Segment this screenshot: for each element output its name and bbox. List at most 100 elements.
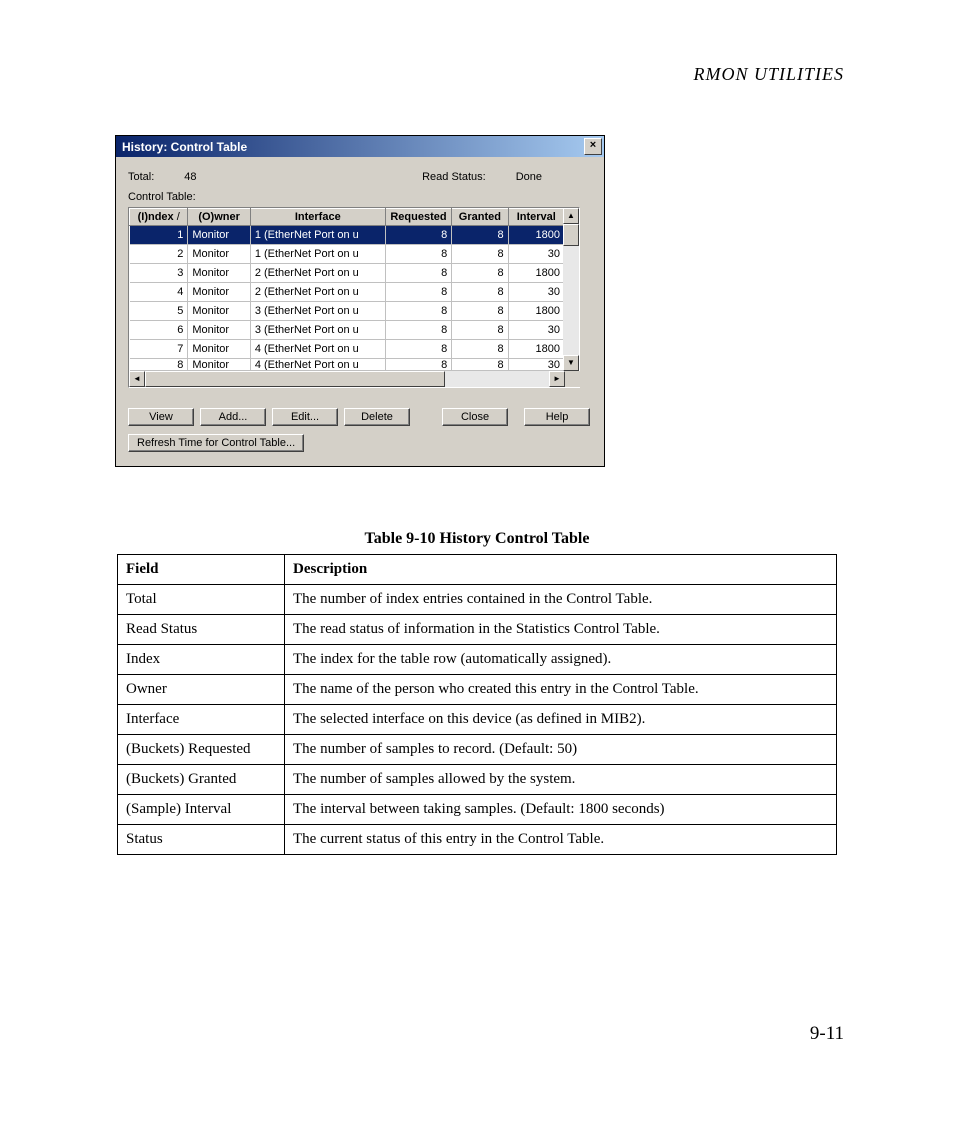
doc-field-cell: (Sample) Interval (118, 795, 285, 825)
doc-table-row: IndexThe index for the table row (automa… (118, 645, 837, 675)
table-cell: 4 (EtherNet Port on u (250, 359, 385, 371)
dialog-title: History: Control Table (122, 140, 584, 154)
table-cell: 7 (130, 340, 188, 359)
table-row[interactable]: 3Monitor2 (EtherNet Port on u881800 (130, 264, 564, 283)
table-row[interactable]: 4Monitor2 (EtherNet Port on u8830 (130, 283, 564, 302)
total-value: 48 (184, 171, 196, 183)
table-cell: 8 (452, 302, 508, 321)
add-button[interactable]: Add... (200, 408, 266, 426)
table-row[interactable]: 7Monitor4 (EtherNet Port on u881800 (130, 340, 564, 359)
dialog-titlebar[interactable]: History: Control Table × (116, 136, 604, 157)
doc-desc-cell: The interval between taking samples. (De… (285, 795, 837, 825)
doc-desc-cell: The selected interface on this device (a… (285, 705, 837, 735)
table-cell: 30 (508, 321, 563, 340)
scroll-down-icon[interactable]: ▼ (563, 355, 579, 371)
vscroll-track[interactable] (563, 224, 579, 355)
col-granted-header[interactable]: Granted (452, 209, 508, 226)
table-cell: Monitor (188, 283, 250, 302)
horizontal-scrollbar[interactable]: ◄ ► (129, 371, 581, 387)
table-caption: Table 9-10 History Control Table (0, 530, 954, 548)
table-row[interactable]: 5Monitor3 (EtherNet Port on u881800 (130, 302, 564, 321)
table-cell: 1 (EtherNet Port on u (250, 245, 385, 264)
table-cell: 8 (452, 264, 508, 283)
doc-col-field: Field (118, 555, 285, 585)
view-button[interactable]: View (128, 408, 194, 426)
edit-button[interactable]: Edit... (272, 408, 338, 426)
table-row[interactable]: 8Monitor4 (EtherNet Port on u8830 (130, 359, 564, 371)
table-row[interactable]: 2Monitor1 (EtherNet Port on u8830 (130, 245, 564, 264)
field-description-table: Field Description TotalThe number of ind… (117, 554, 837, 855)
table-cell: 8 (452, 359, 508, 371)
doc-table-row: InterfaceThe selected interface on this … (118, 705, 837, 735)
col-requested-header[interactable]: Requested (385, 209, 451, 226)
read-status-label: Read Status: (422, 171, 486, 183)
doc-table-row: StatusThe current status of this entry i… (118, 825, 837, 855)
col-index-header[interactable]: (I)ndex / (130, 209, 188, 226)
doc-field-cell: Total (118, 585, 285, 615)
doc-desc-cell: The index for the table row (automatical… (285, 645, 837, 675)
total-label: Total: (128, 171, 154, 183)
table-cell: 3 (130, 264, 188, 283)
doc-table-row: OwnerThe name of the person who created … (118, 675, 837, 705)
vscroll-thumb[interactable] (563, 224, 579, 246)
hscroll-thumb[interactable] (145, 371, 445, 387)
doc-table-row: (Sample) IntervalThe interval between ta… (118, 795, 837, 825)
col-interval-header[interactable]: Interval (508, 209, 563, 226)
col-owner-header[interactable]: (O)wner (188, 209, 250, 226)
table-row[interactable]: 6Monitor3 (EtherNet Port on u8830 (130, 321, 564, 340)
table-cell: 4 (130, 283, 188, 302)
doc-desc-cell: The read status of information in the St… (285, 615, 837, 645)
table-cell: 8 (452, 321, 508, 340)
table-cell: 8 (385, 226, 451, 245)
help-button[interactable]: Help (524, 408, 590, 426)
table-cell: 8 (385, 321, 451, 340)
hscroll-track[interactable] (145, 371, 549, 387)
vertical-scrollbar[interactable]: ▲ ▼ (563, 208, 579, 371)
doc-field-cell: Read Status (118, 615, 285, 645)
doc-desc-cell: The number of samples allowed by the sys… (285, 765, 837, 795)
doc-desc-cell: The number of samples to record. (Defaul… (285, 735, 837, 765)
read-status-value: Done (516, 171, 542, 183)
table-cell: 1800 (508, 226, 563, 245)
scroll-right-icon[interactable]: ► (549, 371, 565, 387)
table-cell: Monitor (188, 245, 250, 264)
doc-table-row: (Buckets) RequestedThe number of samples… (118, 735, 837, 765)
control-table-label: Control Table: (128, 191, 592, 203)
table-cell: Monitor (188, 264, 250, 283)
table-cell: Monitor (188, 321, 250, 340)
doc-field-cell: (Buckets) Granted (118, 765, 285, 795)
table-cell: 8 (452, 340, 508, 359)
table-cell: 2 (EtherNet Port on u (250, 283, 385, 302)
table-cell: 30 (508, 245, 563, 264)
page-header: RMON UTILITIES (693, 64, 844, 85)
doc-field-cell: Owner (118, 675, 285, 705)
doc-col-description: Description (285, 555, 837, 585)
scroll-up-icon[interactable]: ▲ (563, 208, 579, 224)
table-cell: 1 (EtherNet Port on u (250, 226, 385, 245)
table-cell: 8 (452, 226, 508, 245)
control-table[interactable]: (I)ndex / (O)wner Interface Requested Gr… (129, 208, 563, 371)
table-cell: Monitor (188, 226, 250, 245)
table-cell: 3 (EtherNet Port on u (250, 321, 385, 340)
table-header-row[interactable]: (I)ndex / (O)wner Interface Requested Gr… (130, 209, 564, 226)
table-cell: 5 (130, 302, 188, 321)
table-cell: 30 (508, 359, 563, 371)
delete-button[interactable]: Delete (344, 408, 410, 426)
table-cell: 6 (130, 321, 188, 340)
refresh-time-button[interactable]: Refresh Time for Control Table... (128, 434, 304, 452)
close-icon[interactable]: × (584, 138, 602, 155)
close-button[interactable]: Close (442, 408, 508, 426)
table-cell: 2 (130, 245, 188, 264)
page-header-text: RMON UTILITIES (693, 64, 844, 84)
table-row[interactable]: 1Monitor1 (EtherNet Port on u881800 (130, 226, 564, 245)
doc-desc-cell: The name of the person who created this … (285, 675, 837, 705)
table-cell: 30 (508, 283, 563, 302)
table-cell: 4 (EtherNet Port on u (250, 340, 385, 359)
table-cell: 8 (385, 359, 451, 371)
control-table-grid: (I)ndex / (O)wner Interface Requested Gr… (128, 207, 580, 388)
table-cell: 8 (452, 245, 508, 264)
col-interface-header[interactable]: Interface (250, 209, 385, 226)
doc-field-cell: (Buckets) Requested (118, 735, 285, 765)
table-cell: 8 (385, 302, 451, 321)
scroll-left-icon[interactable]: ◄ (129, 371, 145, 387)
